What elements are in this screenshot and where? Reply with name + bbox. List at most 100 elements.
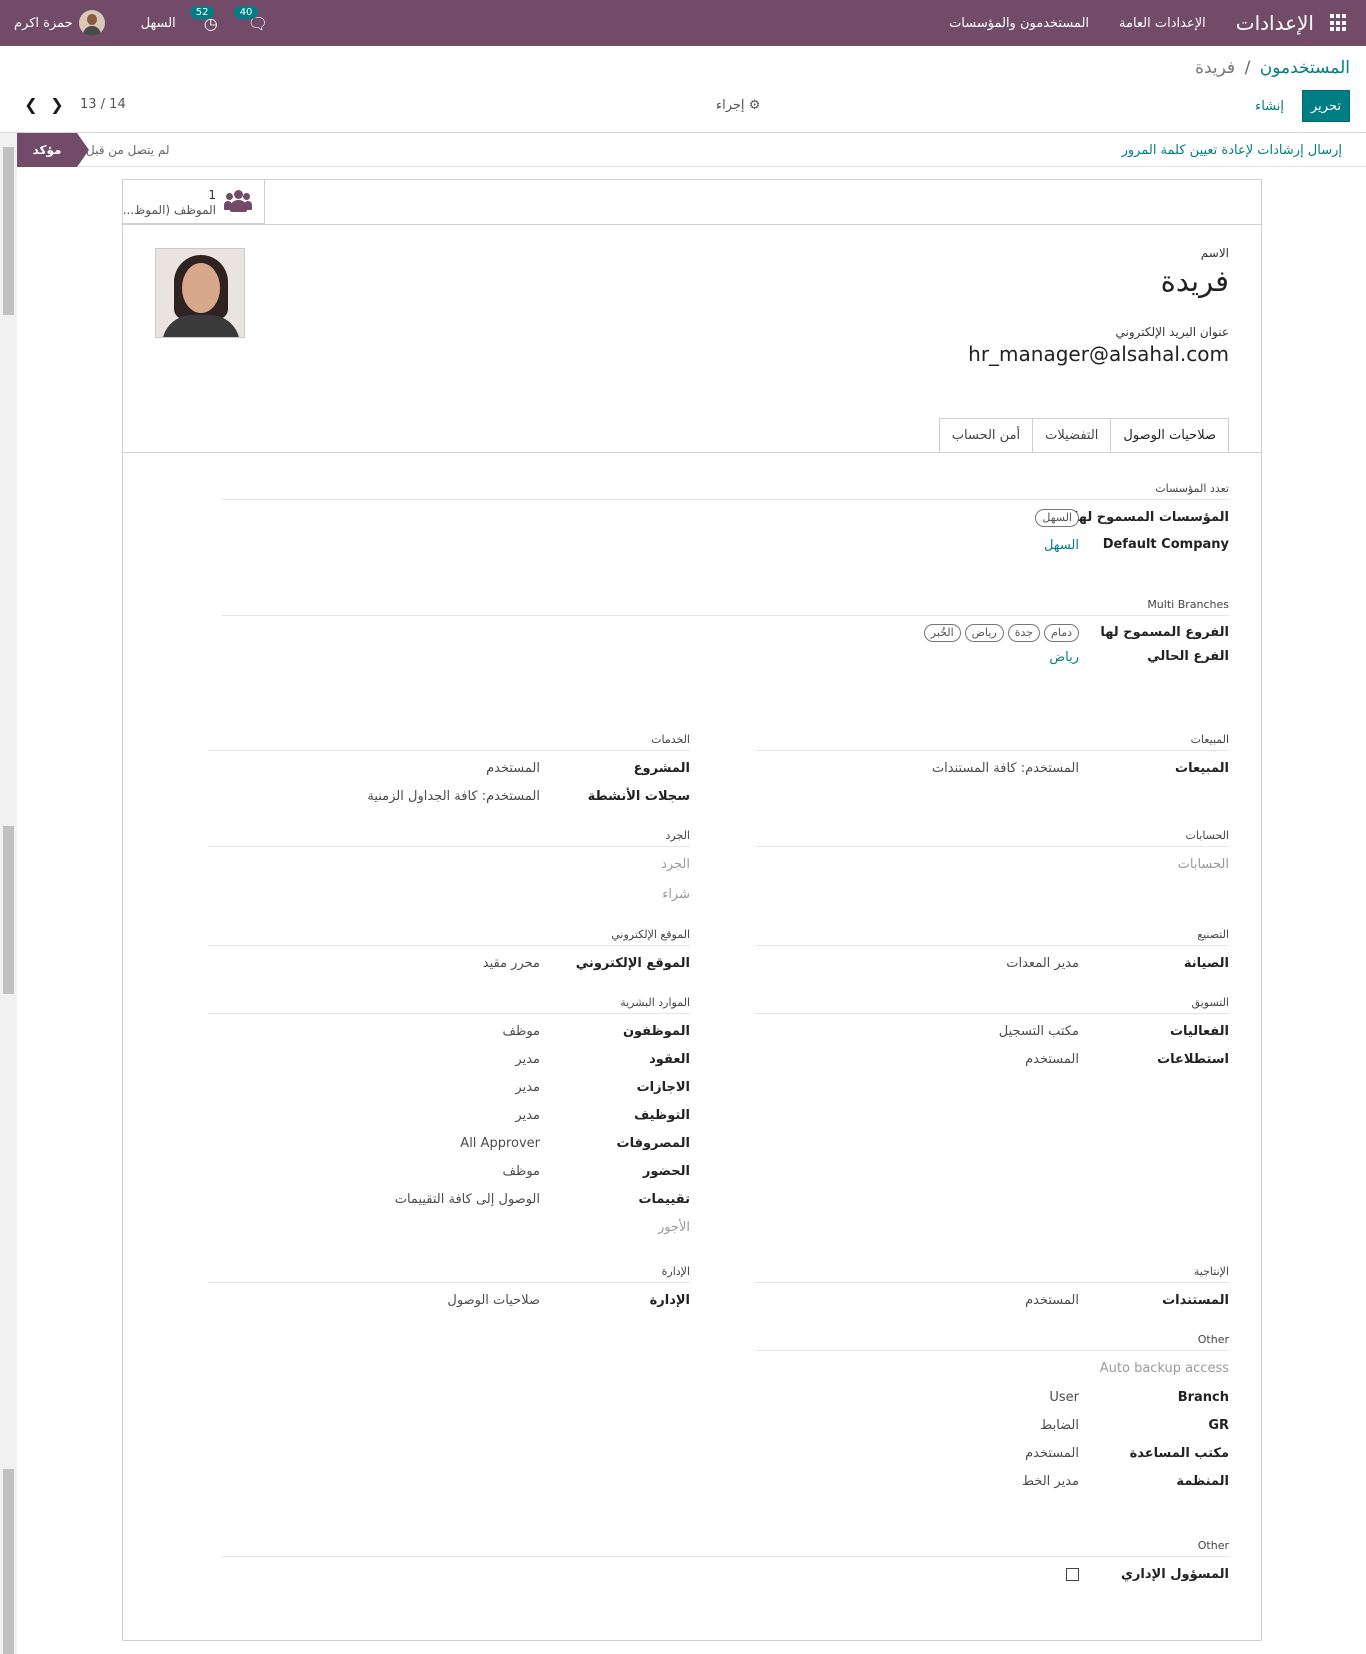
- branch-label: Branch: [1177, 1390, 1229, 1405]
- breadcrumb: المستخدمون / فريدة: [1195, 58, 1350, 78]
- pager-prev-icon[interactable]: ❮: [22, 95, 40, 114]
- breadcrumb-parent[interactable]: المستخدمون: [1260, 58, 1350, 78]
- employees-label: الموظفون: [622, 1024, 690, 1039]
- organization-label: المنظمة: [1176, 1474, 1229, 1489]
- recruitment-label: التوظيف: [634, 1108, 690, 1123]
- payroll-label: الأجور: [657, 1220, 690, 1235]
- branch-value[interactable]: User: [1049, 1390, 1079, 1405]
- create-button[interactable]: إنشاء: [1249, 90, 1290, 122]
- admin-officer-label: المسؤول الإداري: [1121, 1567, 1229, 1582]
- messaging-menu[interactable]: 🗨 40: [233, 5, 268, 33]
- contracts-label: العقود: [649, 1052, 690, 1067]
- activity-menu[interactable]: ◷ 52: [189, 5, 218, 33]
- auto-backup-label: Auto backup access: [1099, 1361, 1229, 1376]
- email-label: عنوان البريد الإلكتروني: [1115, 325, 1229, 339]
- scrollbar-thumb[interactable]: [3, 147, 14, 315]
- stage-confirmed[interactable]: مؤكد: [17, 133, 89, 167]
- tab-access-rights[interactable]: صلاحيات الوصول: [1110, 418, 1229, 453]
- button-box-divider: [123, 224, 1261, 225]
- admin-officer-checkbox[interactable]: [1066, 1568, 1079, 1581]
- section-multi-company: تعدد المؤسسات: [221, 482, 1229, 500]
- gear-icon: ⚙: [748, 98, 761, 113]
- scrollbar-thumb[interactable]: [3, 1469, 14, 1654]
- status-bar: إرسال إرشادات لإعادة تعيين كلمة المرور م…: [17, 133, 1366, 167]
- breadcrumb-separator: /: [1244, 58, 1251, 78]
- section-inventory: الجرد: [208, 829, 690, 847]
- top-navbar: الإعدادات الإعدادات العامة المستخدمون وا…: [0, 0, 1366, 46]
- tab-preferences[interactable]: التفضيلات: [1032, 418, 1112, 452]
- reset-password-button[interactable]: إرسال إرشادات لإعادة تعيين كلمة المرور: [1122, 143, 1342, 158]
- maintenance-label: الصيانة: [1183, 956, 1229, 971]
- users-icon: [224, 190, 252, 212]
- section-productivity: الإنتاجية: [755, 1265, 1229, 1283]
- recruitment-value[interactable]: مدير: [515, 1108, 540, 1123]
- vertical-scrollbar[interactable]: [0, 133, 17, 1654]
- surveys-value[interactable]: المستخدم: [1025, 1052, 1079, 1067]
- events-value[interactable]: مكتب التسجيل: [999, 1024, 1079, 1039]
- form-sheet: 1 الموظف (الموظ... الاسم فريدة عنوان الب…: [122, 179, 1262, 1641]
- messages-count-badge: 40: [233, 5, 259, 19]
- gr-label: GR: [1208, 1418, 1229, 1433]
- pager-value[interactable]: 13 / 14: [80, 97, 126, 112]
- project-value[interactable]: المستخدم: [486, 761, 540, 776]
- timesheets-value[interactable]: المستخدم: كافة الجداول الزمنية: [367, 789, 540, 804]
- tag: الخُبر: [923, 624, 961, 642]
- expenses-value[interactable]: All Approver: [460, 1136, 540, 1151]
- section-other: Other: [755, 1333, 1229, 1351]
- allowed-companies-tags[interactable]: السهل: [1031, 509, 1079, 527]
- gr-value[interactable]: الضابط: [1040, 1418, 1079, 1433]
- name-field: فريدة: [1160, 264, 1229, 298]
- name-label: الاسم: [1200, 246, 1229, 260]
- edit-button[interactable]: تحرير: [1302, 90, 1350, 122]
- accounting-label: الحسابات: [1177, 857, 1229, 872]
- current-branch-value[interactable]: رياض: [1049, 650, 1079, 665]
- contracts-value[interactable]: مدير: [515, 1052, 540, 1067]
- website-value[interactable]: محرر مقيد: [483, 956, 540, 971]
- scrollbar-thumb[interactable]: [3, 826, 14, 994]
- apps-menu-icon[interactable]: [1328, 14, 1346, 32]
- default-company-value[interactable]: السهل: [1044, 538, 1079, 553]
- action-menu[interactable]: ⚙ إجراء: [716, 98, 760, 113]
- user-photo[interactable]: [155, 248, 245, 338]
- section-website: الموقع الإلكتروني: [208, 928, 690, 946]
- user-menu[interactable]: حمزة اكرم: [14, 10, 105, 36]
- section-sales: المبيعات: [755, 733, 1229, 751]
- inventory-label: الجرد: [661, 857, 690, 872]
- tab-account-security[interactable]: أمن الحساب: [938, 418, 1034, 452]
- company-switcher[interactable]: السهل: [141, 16, 176, 31]
- attendance-value[interactable]: موظف: [503, 1164, 540, 1179]
- tag: جدة: [1007, 624, 1041, 642]
- organization-value[interactable]: مدير الخط: [1022, 1474, 1079, 1489]
- attendance-label: الحضور: [642, 1164, 690, 1179]
- allowed-branches-tags[interactable]: دمام جدة رياض الخُبر: [920, 624, 1079, 642]
- purchase-label: شراء: [662, 887, 690, 902]
- section-multi-branch: Multi Branches: [221, 598, 1229, 616]
- menu-general-settings[interactable]: الإعدادات العامة: [1119, 16, 1206, 31]
- employees-value[interactable]: موظف: [503, 1024, 540, 1039]
- user-name: حمزة اكرم: [14, 15, 73, 31]
- allowed-companies-label: المؤسسات المسموح لها: [1073, 510, 1229, 525]
- sales-value[interactable]: المستخدم: كافة المستندات: [932, 761, 1079, 776]
- section-marketing: التسويق: [755, 996, 1229, 1014]
- email-field: hr_manager@alsahal.com: [968, 342, 1229, 366]
- tabs-divider: [123, 452, 1261, 453]
- appraisals-value[interactable]: الوصول إلى كافة التقييمات: [395, 1192, 540, 1207]
- helpdesk-value[interactable]: المستخدم: [1025, 1446, 1079, 1461]
- surveys-label: استطلاعات: [1157, 1052, 1229, 1067]
- maintenance-value[interactable]: مدير المعدات: [1006, 956, 1079, 971]
- documents-value[interactable]: المستخدم: [1025, 1293, 1079, 1308]
- time-off-value[interactable]: مدير: [515, 1080, 540, 1095]
- employee-label: الموظف (الموظ...: [122, 203, 216, 217]
- stage-never-connected[interactable]: لم يتصل من قبل: [86, 143, 170, 157]
- menu-users-companies[interactable]: المستخدمون والمؤسسات: [949, 16, 1089, 31]
- employee-smart-button[interactable]: 1 الموظف (الموظ...: [123, 180, 265, 224]
- default-company-label: Default Company: [1102, 537, 1229, 552]
- timesheets-label: سجلات الأنشطة: [587, 789, 690, 804]
- app-brand[interactable]: الإعدادات: [1236, 11, 1314, 35]
- administration-value[interactable]: صلاحيات الوصول: [447, 1293, 540, 1308]
- section-other-bottom: Other: [221, 1539, 1229, 1557]
- website-label: الموقع الإلكتروني: [575, 956, 690, 971]
- pager-next-icon[interactable]: ❯: [48, 95, 66, 114]
- section-hr: الموارد البشرية: [208, 996, 690, 1014]
- allowed-branches-label: الفروع المسموح لها: [1100, 625, 1229, 640]
